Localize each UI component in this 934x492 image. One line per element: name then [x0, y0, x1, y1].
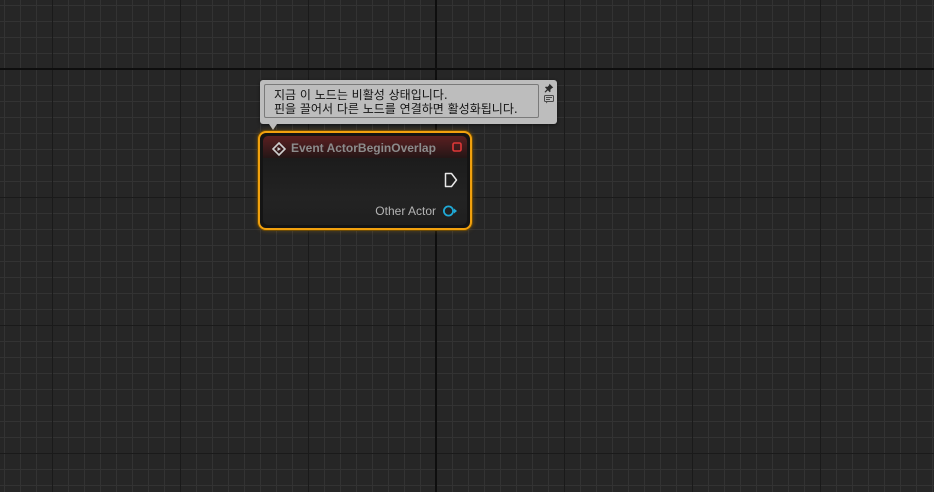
comment-tail	[269, 124, 277, 130]
blueprint-graph-canvas[interactable]: 지금 이 노드는 비활성 상태입니다. 핀을 끌어서 다른 노드를 연결하면 활…	[0, 0, 934, 492]
comment-line-2: 핀을 끌어서 다른 노드를 연결하면 활성화됩니다.	[274, 102, 518, 116]
comment-text-box[interactable]: 지금 이 노드는 비활성 상태입니다. 핀을 끌어서 다른 노드를 연결하면 활…	[264, 84, 539, 118]
graph-origin-axis-horizontal	[0, 68, 934, 70]
exec-output-pin-icon[interactable]	[444, 172, 458, 188]
other-actor-output-pin-icon[interactable]	[442, 204, 458, 218]
comment-bubble-icon[interactable]	[544, 95, 554, 104]
event-icon	[272, 142, 286, 156]
delegate-pin-icon[interactable]	[452, 142, 462, 152]
event-actor-begin-overlap-node[interactable]: Event ActorBeginOverlap Other Actor	[258, 131, 472, 230]
node-comment-bubble[interactable]: 지금 이 노드는 비활성 상태입니다. 핀을 끌어서 다른 노드를 연결하면 활…	[260, 80, 557, 130]
comment-line-1: 지금 이 노드는 비활성 상태입니다.	[274, 88, 448, 102]
pin-icon[interactable]	[544, 83, 554, 93]
graph-origin-axis-vertical	[435, 0, 437, 492]
other-actor-pin-label: Other Actor	[375, 204, 436, 218]
node-title: Event ActorBeginOverlap	[291, 141, 436, 155]
node-body	[263, 158, 467, 225]
